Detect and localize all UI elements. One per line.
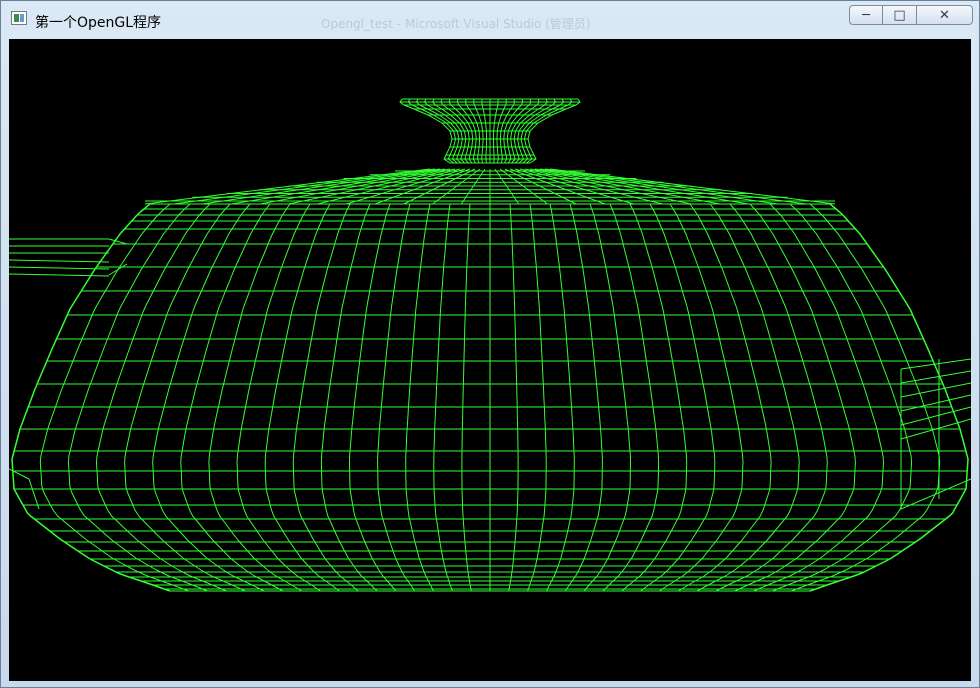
close-icon: ✕: [939, 8, 950, 23]
handle-bar: [9, 273, 110, 277]
app-window: 第一个OpenGL程序 Opengl_test - Microsoft Visu…: [0, 0, 980, 688]
body-meridian: [461, 203, 472, 592]
close-button[interactable]: ✕: [917, 5, 973, 25]
spout-bar: [900, 394, 971, 412]
body-meridian: [583, 203, 632, 592]
body-meridian: [433, 203, 453, 592]
body-meridian: [696, 203, 800, 592]
body-meridian: [292, 203, 359, 592]
body-meridian: [236, 203, 321, 592]
handle-edge: [108, 238, 128, 245]
minimize-button[interactable]: ─: [849, 5, 883, 25]
body-meridian: [772, 203, 913, 592]
body-meridian: [527, 203, 547, 592]
body-meridian: [348, 203, 397, 592]
maximize-button[interactable]: □: [883, 5, 917, 25]
window-controls: ─ □ ✕: [849, 5, 973, 27]
handle-bar: [9, 259, 110, 263]
body-meridian: [124, 203, 246, 592]
maximize-icon: □: [893, 8, 906, 23]
app-icon[interactable]: [11, 11, 27, 25]
body-meridian: [677, 203, 772, 592]
title-bar[interactable]: 第一个OpenGL程序 Opengl_test - Microsoft Visu…: [1, 1, 979, 39]
body-meridian: [621, 203, 688, 592]
body-meridian: [508, 203, 519, 592]
teapot-wireframe: [9, 98, 971, 592]
body-meridian: [405, 203, 434, 592]
handle-edge: [108, 263, 128, 276]
spout-bar: [900, 382, 971, 398]
opengl-viewport[interactable]: [9, 39, 971, 681]
body-meridian: [659, 203, 744, 592]
minimize-icon: ─: [862, 8, 870, 23]
handle-bar: [9, 266, 110, 270]
background-window-title: Opengl_test - Microsoft Visual Studio (管…: [321, 17, 591, 31]
window-title: 第一个OpenGL程序: [35, 15, 162, 31]
body-meridian: [180, 203, 284, 592]
body-meridian: [546, 203, 575, 592]
body-meridian: [734, 203, 856, 592]
body-meridian: [208, 203, 303, 592]
